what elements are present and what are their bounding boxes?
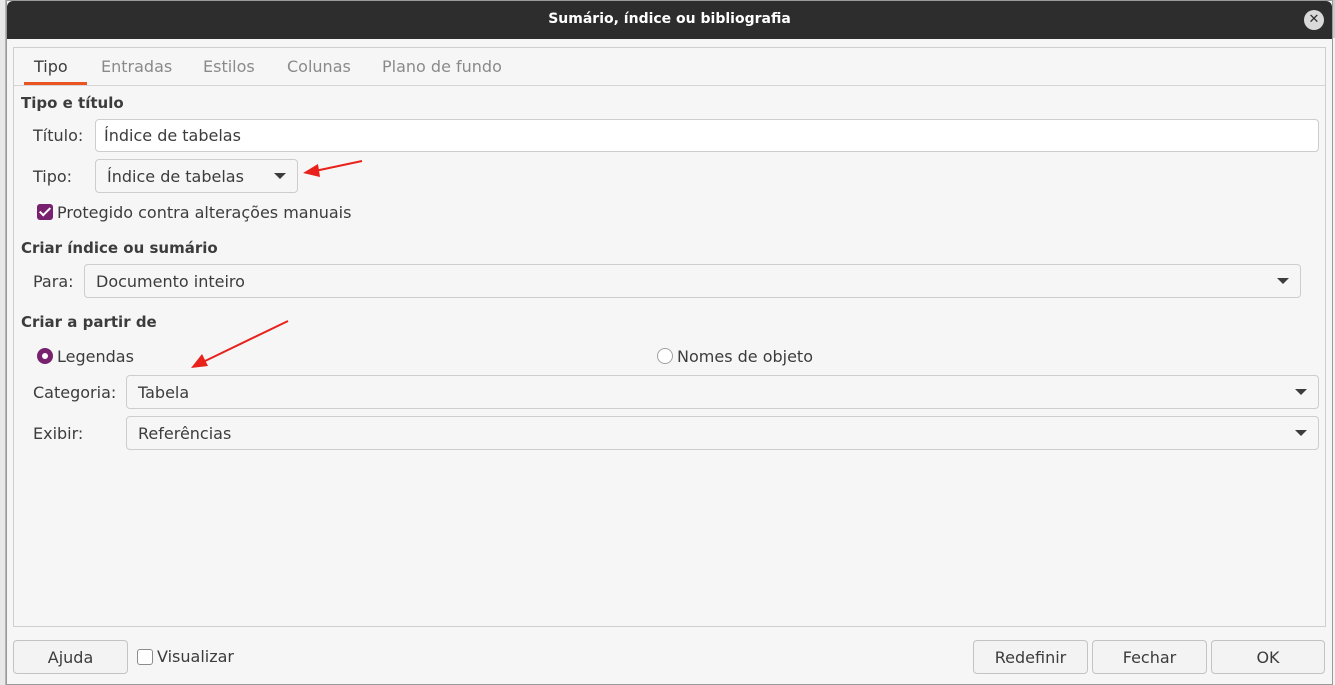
window-title: Sumário, índice ou bibliografia [548,11,791,27]
for-select-value: Documento inteiro [96,271,245,291]
captions-label[interactable]: Legendas [57,347,134,366]
type-select[interactable]: Índice de tabelas [95,159,298,193]
category-select[interactable]: Tabela [126,375,1319,409]
preview-checkbox[interactable] [137,649,153,665]
tab-plano-de-fundo[interactable]: Plano de fundo [382,57,502,82]
index-dialog: Sumário, índice ou bibliografia ✕ Tipo E… [6,0,1333,685]
tab-entradas[interactable]: Entradas [101,57,172,82]
title-label: Título: [33,126,84,145]
object-names-label[interactable]: Nomes de objeto [677,347,813,366]
chevron-down-icon [1295,430,1307,436]
title-input[interactable]: Índice de tabelas [95,119,1319,152]
chevron-down-icon [1295,389,1307,395]
category-select-value: Tabela [138,382,190,402]
preview-label[interactable]: Visualizar [157,647,234,666]
display-label: Exibir: [33,424,84,443]
close-button[interactable]: Fechar [1092,640,1207,674]
tab-tipo[interactable]: Tipo [34,57,68,82]
type-select-value: Índice de tabelas [107,166,244,186]
chevron-down-icon [274,173,286,179]
close-icon[interactable]: ✕ [1304,10,1324,30]
titlebar[interactable]: Sumário, índice ou bibliografia ✕ [7,1,1332,39]
object-names-radio[interactable] [657,348,673,364]
type-label: Tipo: [33,167,73,186]
dialog-content: Tipo Entradas Estilos Colunas Plano de f… [13,47,1326,627]
tab-colunas[interactable]: Colunas [287,57,351,82]
display-select[interactable]: Referências [126,416,1319,450]
protected-checkbox[interactable] [37,204,53,220]
active-tab-indicator [24,82,87,85]
category-label: Categoria: [33,383,117,402]
chevron-down-icon [1277,278,1289,284]
section-create-index: Criar índice ou sumário [21,239,218,257]
captions-radio[interactable] [37,348,53,364]
reset-button[interactable]: Redefinir [973,640,1088,674]
for-label: Para: [33,272,74,291]
section-create-from: Criar a partir de [21,313,157,331]
help-button[interactable]: Ajuda [13,640,128,674]
ok-button[interactable]: OK [1211,640,1325,674]
tab-estilos[interactable]: Estilos [203,57,255,82]
protected-label[interactable]: Protegido contra alterações manuais [57,203,351,222]
for-select[interactable]: Documento inteiro [84,264,1301,298]
section-type-title: Tipo e título [21,94,124,112]
display-select-value: Referências [138,423,232,443]
tab-bar: Tipo Entradas Estilos Colunas Plano de f… [14,48,1325,86]
